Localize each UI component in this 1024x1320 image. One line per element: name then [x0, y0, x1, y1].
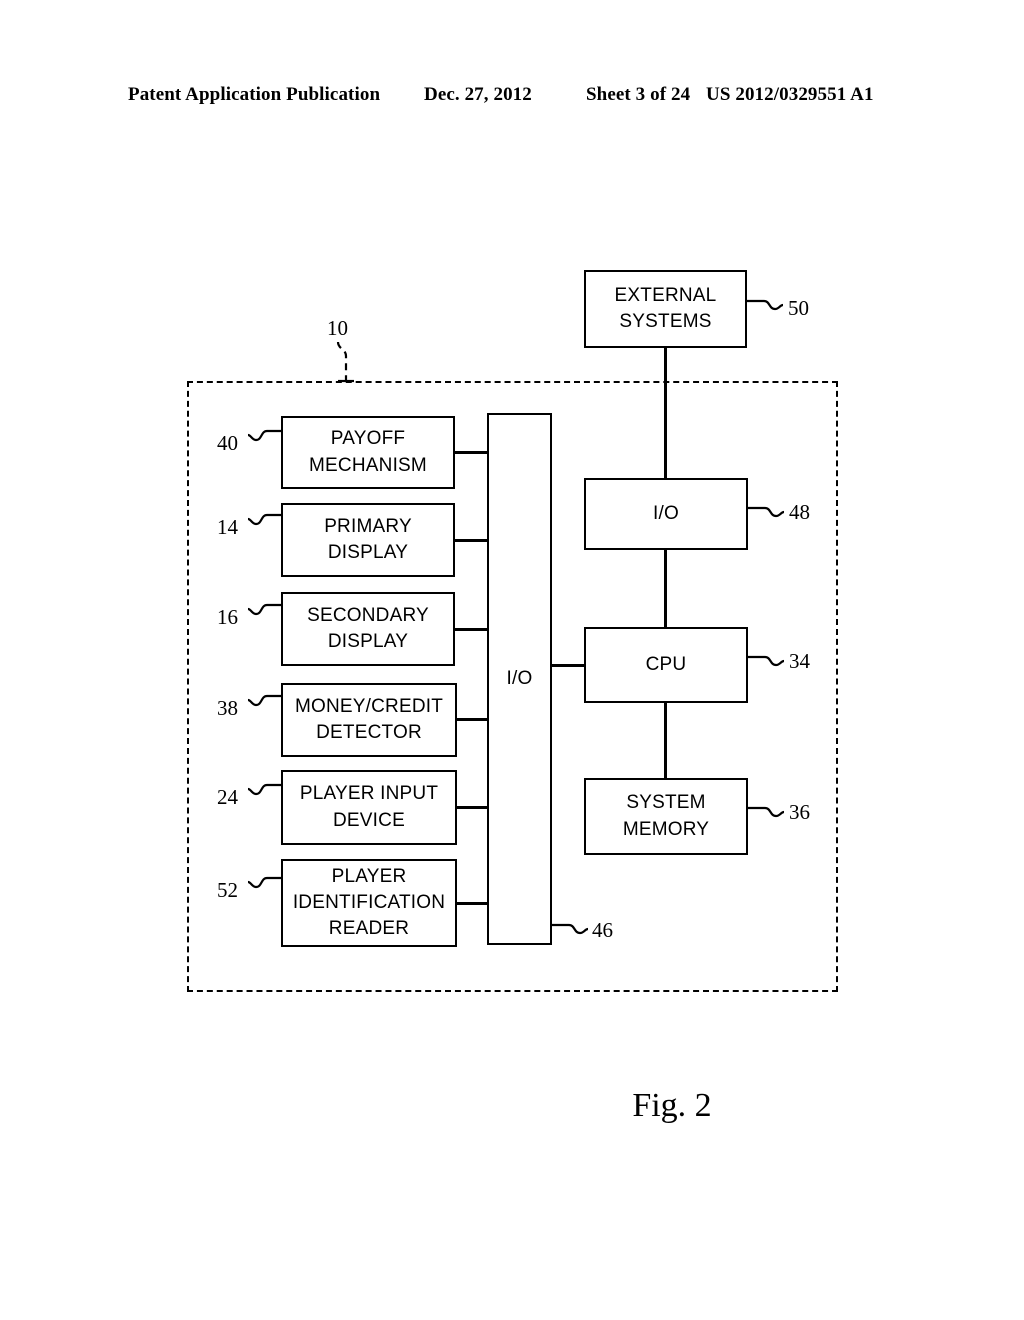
ref-numeral-34: 34: [789, 649, 810, 673]
block-cpu[interactable]: CPU: [584, 627, 748, 703]
block-io-bus[interactable]: I/O: [487, 413, 552, 945]
connector-io-to-cpu: [664, 550, 667, 628]
block-player-input-device[interactable]: PLAYER INPUT DEVICE: [281, 770, 457, 845]
connector-secondary-to-bus: [455, 628, 489, 631]
block-primary-display[interactable]: PRIMARY DISPLAY: [281, 503, 455, 577]
ref-numeral-38: 38: [217, 696, 238, 720]
block-payoff-mechanism-line1: PAYOFF: [330, 428, 406, 450]
leader-line-34: [748, 655, 785, 667]
ref-numeral-40: 40: [217, 431, 238, 455]
block-external-systems-line1: EXTERNAL: [614, 284, 717, 306]
ref-numeral-46: 46: [592, 918, 613, 942]
block-external-systems-line2: SYSTEMS: [619, 311, 712, 332]
block-player-identification-reader-line2: IDENTIFICATION: [292, 891, 446, 913]
leader-line-10: [336, 341, 354, 383]
leader-line-50: [747, 299, 784, 311]
ref-numeral-16: 16: [217, 605, 238, 629]
block-io-interface-label: I/O: [653, 502, 679, 524]
ref-numeral-52: 52: [217, 878, 238, 902]
block-io-interface[interactable]: I/O: [584, 478, 748, 550]
ref-numeral-14: 14: [217, 515, 238, 539]
block-primary-display-line1: PRIMARY: [324, 515, 412, 537]
connector-bus-to-cpu: [552, 664, 586, 667]
ref-numeral-10: 10: [327, 316, 348, 340]
figure-caption: Fig. 2: [632, 1087, 712, 1124]
block-payoff-mechanism-line2: MECHANISM: [309, 454, 427, 476]
connector-playerinput-to-bus: [457, 806, 489, 809]
block-money-credit-detector[interactable]: MONEY/CREDIT DETECTOR: [281, 683, 457, 757]
block-player-input-device-line1: PLAYER INPUT: [299, 783, 439, 805]
block-system-memory-line2: MEMORY: [622, 818, 710, 840]
ref-numeral-48: 48: [789, 500, 810, 524]
block-player-input-device-line2: DEVICE: [333, 809, 405, 831]
leader-line-40: [247, 429, 281, 442]
block-system-memory-line1: SYSTEM: [626, 792, 706, 814]
ref-numeral-36: 36: [789, 800, 810, 824]
connector-cpu-to-memory: [664, 703, 667, 779]
block-external-systems[interactable]: EXTERNAL SYSTEMS: [584, 270, 747, 348]
block-secondary-display-line2: DISPLAY: [327, 631, 409, 652]
ref-numeral-24: 24: [217, 785, 238, 809]
leader-line-36: [748, 806, 785, 818]
figure-caption-container: Fig. 2: [0, 1087, 1024, 1125]
leader-line-52: [247, 876, 281, 889]
block-player-identification-reader[interactable]: PLAYER IDENTIFICATION READER: [281, 859, 457, 947]
block-secondary-display[interactable]: SECONDARY DISPLAY: [281, 592, 455, 666]
block-player-identification-reader-line1: PLAYER: [331, 865, 407, 887]
ref-numeral-50: 50: [788, 296, 809, 320]
connector-payoff-to-bus: [455, 451, 489, 454]
connector-playerid-to-bus: [457, 902, 489, 905]
block-primary-display-line2: DISPLAY: [327, 542, 409, 563]
block-player-identification-reader-line3: READER: [328, 918, 410, 940]
connector-primary-to-bus: [455, 539, 489, 542]
leader-line-24: [247, 783, 281, 796]
block-money-credit-detector-line2: DETECTOR: [316, 722, 422, 743]
block-money-credit-detector-line1: MONEY/CREDIT: [294, 695, 444, 717]
connector-money-to-bus: [457, 718, 489, 721]
leader-line-16: [247, 603, 281, 616]
block-io-bus-label: I/O: [506, 667, 533, 689]
leader-line-14: [247, 513, 281, 526]
leader-line-48: [748, 506, 785, 518]
block-system-memory[interactable]: SYSTEM MEMORY: [584, 778, 748, 855]
block-secondary-display-line1: SECONDARY: [307, 604, 429, 626]
block-cpu-label: CPU: [645, 653, 687, 675]
block-payoff-mechanism[interactable]: PAYOFF MECHANISM: [281, 416, 455, 489]
connector-external-to-io: [664, 348, 667, 478]
leader-line-38: [247, 694, 281, 707]
